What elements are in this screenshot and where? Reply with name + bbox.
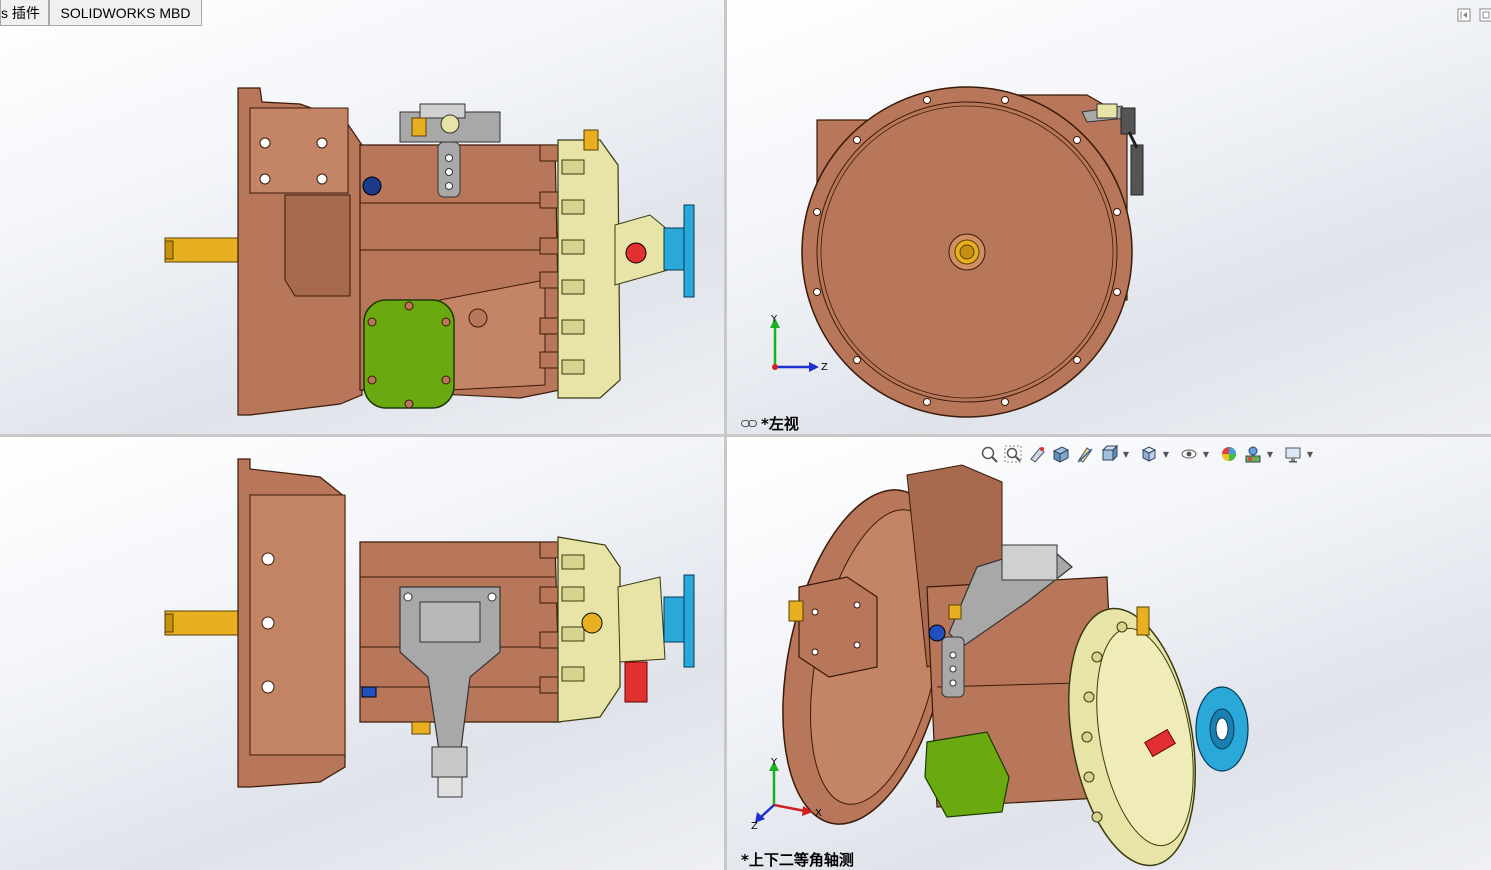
triad-y-label: Y	[770, 314, 778, 325]
triad-z-label: Z	[821, 362, 828, 373]
transmission-front-view	[164, 87, 695, 416]
previous-view-icon[interactable]	[1026, 443, 1048, 465]
transmission-top-view	[164, 458, 695, 798]
viewport-top-view[interactable]	[0, 437, 724, 870]
tab-solidworks-mbd[interactable]: SOLIDWORKS MBD	[49, 0, 202, 26]
viewport-maximize-icon[interactable]	[1479, 8, 1491, 22]
section-view-icon[interactable]	[1050, 443, 1072, 465]
transmission-left-view	[801, 86, 1144, 418]
triad-y-label: Y	[770, 757, 778, 768]
hide-show-icon[interactable]	[1178, 443, 1200, 465]
triad-left-view: Y Z	[770, 314, 828, 373]
triad-x-label: X	[815, 808, 822, 819]
viewport-link-icon[interactable]	[1457, 8, 1471, 22]
viewport-isometric[interactable]: Y X Z *上下二等角轴测	[727, 437, 1491, 870]
viewport-front[interactable]: s 插件 SOLIDWORKS MBD	[0, 0, 724, 434]
heads-up-view-toolbar: ▼ ▼ ▼ ▼ ▼	[978, 443, 1320, 465]
viewport-label-isometric: *上下二等角轴测	[741, 851, 854, 869]
viewport-left-view[interactable]: Y Z *左视	[727, 0, 1491, 434]
apply-scene-dropdown-icon[interactable]: ▼	[1266, 443, 1274, 465]
edit-appearance-icon[interactable]	[1218, 443, 1240, 465]
triad-z-label: Z	[751, 821, 758, 830]
apply-scene-icon[interactable]	[1242, 443, 1264, 465]
view-settings-icon[interactable]	[1282, 443, 1304, 465]
view-orientation-icon[interactable]	[1098, 443, 1120, 465]
link-views-icon	[741, 420, 757, 427]
zoom-to-fit-icon[interactable]	[978, 443, 1000, 465]
triad-isometric: Y X Z	[751, 757, 822, 830]
viewport-label-left: *左视	[741, 413, 799, 434]
display-style-icon[interactable]	[1138, 443, 1160, 465]
hide-show-dropdown-icon[interactable]: ▼	[1202, 443, 1210, 465]
dynamic-annotation-icon[interactable]	[1074, 443, 1096, 465]
view-settings-dropdown-icon[interactable]: ▼	[1306, 443, 1314, 465]
tab-plugins[interactable]: s 插件	[0, 0, 49, 26]
view-orientation-dropdown-icon[interactable]: ▼	[1122, 443, 1130, 465]
display-style-dropdown-icon[interactable]: ▼	[1162, 443, 1170, 465]
transmission-isometric-view	[782, 464, 1249, 867]
zoom-to-area-icon[interactable]	[1002, 443, 1024, 465]
